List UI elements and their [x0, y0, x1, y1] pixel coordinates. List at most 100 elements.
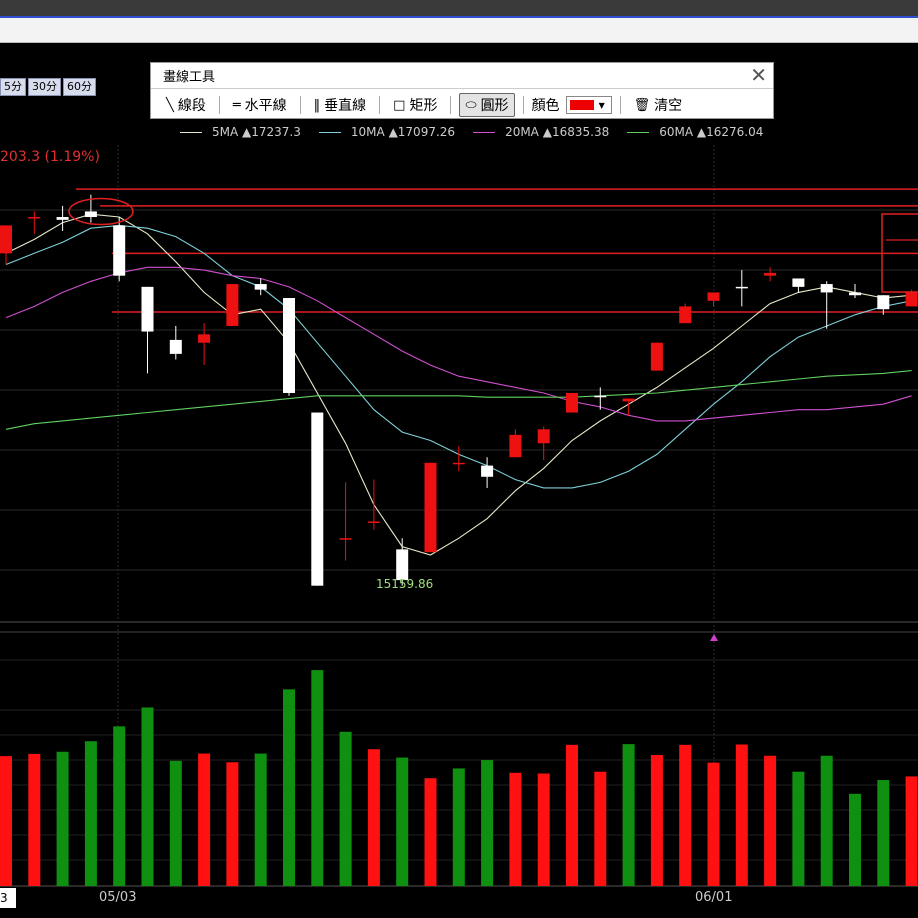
candle-body	[877, 295, 890, 310]
volume-bar	[424, 778, 437, 886]
candle-body	[650, 342, 663, 371]
candle-body	[764, 272, 777, 276]
tab-5min[interactable]: 5分	[0, 78, 26, 96]
candle-body	[735, 286, 748, 289]
candle-body	[113, 225, 126, 276]
annotations	[68, 197, 918, 641]
price-change-text: 203.3 (1.19%)	[0, 149, 100, 165]
legend-swatch-ma5	[180, 131, 202, 133]
candle-body	[509, 434, 522, 458]
volume-bar	[481, 760, 494, 886]
volume-bar	[764, 755, 777, 886]
legend-swatch-ma10	[318, 131, 341, 133]
legend-ma10: 10MA ▲17097.26	[318, 125, 456, 139]
candle-body	[396, 549, 409, 581]
color-picker[interactable]: ▼	[565, 96, 612, 114]
volume-bar	[679, 744, 692, 886]
stock-chart	[0, 145, 918, 887]
legend-value-ma20: ▲16835.38	[542, 125, 610, 139]
top-menu-bar	[0, 0, 918, 18]
drawing-toolbar: 畫線工具 ✕ ╲ 線段 ═ 水平線 ‖ 垂直線 □ 矩形 ⬭ 圓形 顏色 ▼ 🗑…	[150, 62, 774, 119]
line-segment-button[interactable]: ╲ 線段	[161, 94, 211, 116]
candle-body	[367, 521, 380, 523]
toolbar-separator	[379, 96, 381, 114]
rectangle-button[interactable]: □ 矩形	[388, 94, 442, 116]
volume-bar	[877, 780, 890, 886]
candle-body	[905, 292, 918, 307]
toolbar-divider	[151, 88, 773, 89]
date-label-0503: 05/03	[99, 890, 137, 905]
toolbar-separator	[522, 96, 524, 114]
color-label: 顏色	[531, 98, 560, 114]
candle-body	[198, 334, 211, 343]
volume-bar	[0, 756, 12, 886]
volume-bar	[509, 772, 522, 886]
legend-swatch-ma60	[627, 131, 650, 133]
line-segment-label: 線段	[177, 98, 206, 114]
volume-bar	[650, 755, 663, 886]
clear-button[interactable]: 🗑 清空	[629, 94, 688, 116]
volume-bar	[849, 793, 861, 886]
volume-bar	[594, 771, 607, 886]
volume-bar	[283, 689, 295, 886]
candle-body	[28, 217, 41, 219]
moving-averages	[5, 213, 912, 556]
toolbar-tools: ╲ 線段 ═ 水平線 ‖ 垂直線 □ 矩形 ⬭ 圓形 顏色 ▼ �	[161, 93, 687, 117]
volume-bar	[311, 670, 324, 886]
close-icon[interactable]: ✕	[750, 63, 767, 87]
legend-value-ma60: ▲16276.04	[696, 125, 764, 139]
legend-value-ma5: ▲17237.3	[242, 125, 301, 139]
drawn-horizontal-lines	[76, 188, 918, 313]
toolbar-separator	[450, 96, 452, 114]
legend-name-ma60: 60MA	[659, 125, 694, 139]
volume-bar	[28, 753, 41, 886]
tab-30min[interactable]: 30分	[28, 78, 61, 96]
rectangle-icon: □	[393, 97, 406, 113]
volume-bar	[56, 751, 69, 886]
candle-body	[424, 462, 437, 553]
ma-line-ma60	[5, 370, 912, 430]
ellipse-label: 圓形	[480, 98, 509, 114]
date-label-0601: 06/01	[695, 890, 733, 905]
candle-body	[56, 217, 69, 220]
volume-bar	[169, 760, 182, 886]
candle-body	[141, 286, 154, 332]
candle-body	[594, 395, 607, 398]
volume-bar	[566, 744, 578, 886]
candle-body	[537, 429, 550, 444]
trash-icon: 🗑	[633, 97, 651, 113]
volume-bar	[905, 776, 918, 886]
volume-bar	[339, 731, 352, 886]
candle-body	[226, 284, 239, 326]
candle-body	[0, 225, 12, 254]
legend-value-ma10: ▲17097.26	[388, 125, 456, 139]
volume-bar	[820, 755, 833, 886]
candle-body	[283, 298, 295, 393]
candle-body	[452, 462, 465, 465]
candle-body	[707, 292, 720, 301]
toolbar-title: 畫線工具	[163, 70, 216, 85]
legend-ma60: 60MA ▲16276.04	[627, 125, 763, 139]
vertical-line-button[interactable]: ‖ 垂直線	[309, 94, 372, 116]
volume-bar	[254, 753, 267, 886]
legend-ma20: 20MA ▲16835.38	[473, 125, 609, 139]
low-price-label: 15159.86	[376, 577, 434, 591]
candle-body	[622, 398, 635, 402]
horizontal-line-button[interactable]: ═ 水平線	[228, 94, 292, 116]
toolbar-separator	[619, 96, 621, 114]
volume-bar	[735, 744, 748, 886]
volume-bar	[113, 726, 126, 886]
volume-bar	[84, 741, 97, 886]
candle-body	[339, 538, 352, 540]
candle-body	[84, 211, 97, 218]
marker-triangle	[710, 634, 718, 641]
ellipse-button[interactable]: ⬭ 圓形	[459, 93, 515, 117]
rectangle-label: 矩形	[409, 98, 438, 114]
volume-bar	[792, 771, 805, 886]
volume-bar	[367, 749, 380, 886]
horizontal-line-icon: ═	[232, 97, 241, 113]
candle-body	[311, 412, 324, 586]
tab-60min[interactable]: 60分	[63, 78, 96, 96]
drawn-ellipse	[68, 197, 134, 226]
toolbar-separator	[299, 96, 301, 114]
